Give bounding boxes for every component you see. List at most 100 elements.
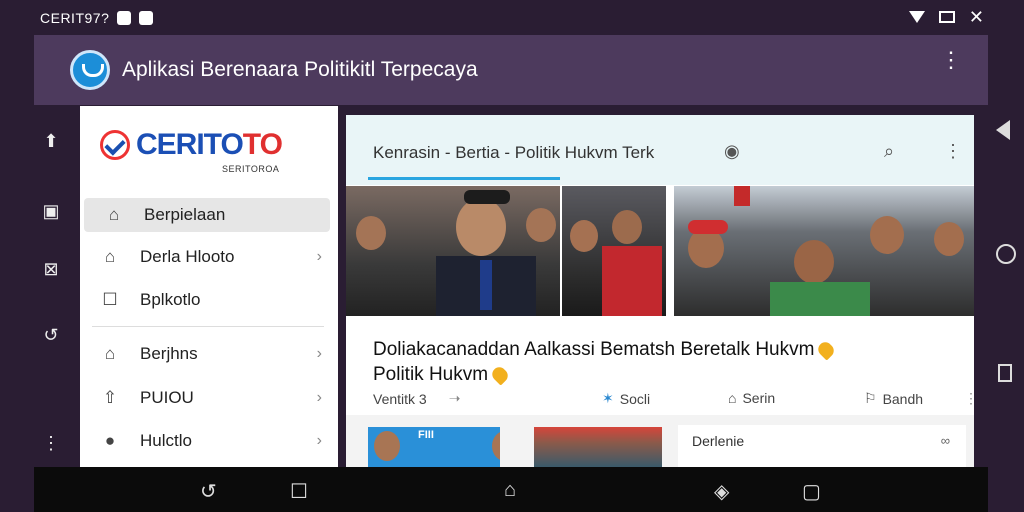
carrier-label: CERIT97?: [40, 10, 110, 26]
brand-logo: CERITOTO: [100, 128, 283, 162]
status-bar: CERIT97? ✕: [0, 0, 1024, 36]
home-icon: ⌂: [104, 247, 116, 266]
status-icons: ✕: [908, 8, 984, 26]
headline-line-2: Politik Hukvm: [373, 364, 489, 385]
more-vert-icon[interactable]: ⋮: [944, 141, 962, 162]
notification-icon-2: [139, 11, 154, 25]
home-icon[interactable]: [996, 244, 1016, 264]
system-nav-bar: ↺ ☐ ⌂ ◈ ▢: [34, 467, 988, 512]
bookmark-icon: ⚐: [864, 390, 877, 406]
app-bar: Aplikasi Berenaara Politikitl Terpecaya …: [34, 35, 988, 105]
heart-icon: [489, 364, 511, 386]
related-row: FIII Derlenie ∞: [346, 415, 974, 467]
social-icon: ✶: [602, 390, 614, 406]
sidebar-item-label: Derla Hlooto: [140, 247, 235, 266]
chevron-right-icon: ›: [316, 248, 322, 265]
chevron-right-icon: ›: [316, 345, 322, 362]
refresh-icon[interactable]: ↺: [40, 324, 62, 346]
overview-icon[interactable]: ☐: [290, 479, 308, 504]
overflow-menu-icon[interactable]: ⋮: [940, 49, 962, 71]
app-title: Aplikasi Berenaara Politikitl Terpecaya: [122, 58, 478, 81]
up-arrow-icon[interactable]: ⬆: [40, 130, 62, 152]
grid-icon[interactable]: ⊠: [40, 258, 62, 280]
speaker-tie: [480, 260, 492, 310]
sidebar-item-berpielaan[interactable]: ⌂ Berpielaan: [84, 198, 330, 232]
battery-icon: [938, 11, 955, 23]
related-thumb-2[interactable]: [534, 427, 662, 467]
thumb-head: [374, 431, 400, 461]
link-icon: ∞: [940, 433, 950, 448]
notification-icon: [117, 11, 132, 25]
info-icon[interactable]: ◉: [724, 141, 740, 162]
related-side-card[interactable]: Derlenie ∞: [678, 425, 966, 467]
share-label: Serin: [742, 390, 776, 406]
location-icon[interactable]: ◈: [714, 479, 729, 504]
arrow-icon: ➝: [448, 390, 461, 406]
brand-tagline: SERITOROA: [222, 164, 280, 174]
tab-breadcrumb[interactable]: Kenrasin - Bertia - Politik Hukvm Terk: [373, 143, 654, 163]
more-vert-icon[interactable]: ⋮: [40, 432, 62, 454]
crowd-head: [526, 208, 556, 242]
thumb-caption: FIII: [418, 429, 434, 441]
home-icon: ⌂: [108, 205, 120, 224]
chevron-right-icon: ›: [316, 432, 322, 449]
related-thumb-1[interactable]: FIII: [368, 427, 500, 467]
wifi-icon: [908, 11, 925, 23]
chat-icon: ●: [104, 431, 116, 450]
brand-name: CERITOTO: [136, 128, 283, 161]
app-logo-icon: [70, 50, 110, 90]
share-button[interactable]: ⌂ Serin: [728, 390, 775, 406]
sidebar-item-label: PUIOU: [140, 388, 194, 407]
sidebar-item-label: Berpielaan: [144, 205, 226, 224]
article-headline[interactable]: Doliakacanaddan Aalkassi Bematsh Beretal…: [373, 337, 893, 387]
green-shirt: [770, 282, 870, 316]
back-icon[interactable]: [996, 120, 1010, 140]
red-cap: [688, 220, 728, 234]
tab-bar: Kenrasin - Bertia - Politik Hukvm Terk ◉…: [346, 115, 974, 185]
sidebar-item-hulctlo[interactable]: ● Hulctlo ›: [80, 424, 326, 458]
social-button[interactable]: ✶ Socli: [602, 390, 650, 407]
panel-icon[interactable]: ▣: [40, 200, 62, 222]
views-count: Ventitk 3: [373, 390, 427, 407]
recents-icon[interactable]: [998, 364, 1012, 382]
side-card-label: Derlenie: [692, 433, 745, 449]
speaker-cap: [464, 190, 510, 204]
upload-icon: ⇧: [102, 388, 118, 407]
sidebar-item-berjhns[interactable]: ⌂ Berjhns ›: [80, 337, 326, 371]
crowd-head: [356, 216, 386, 250]
heart-icon: [815, 339, 838, 361]
crowd-head: [794, 240, 834, 284]
content-panel: Kenrasin - Bertia - Politik Hukvm Terk ◉…: [346, 115, 974, 467]
home-icon[interactable]: ⌂: [504, 479, 516, 502]
news-photo-middle[interactable]: [562, 186, 666, 316]
sidebar-item-label: Bplkotlo: [140, 290, 201, 309]
search-icon[interactable]: ⌕: [884, 141, 894, 162]
news-photo-left[interactable]: [346, 186, 560, 316]
bookmark-button[interactable]: ⚐ Bandh: [864, 390, 923, 407]
flag: [734, 186, 750, 206]
bookmark-label: Bandh: [882, 390, 924, 407]
crowd-head: [934, 222, 964, 256]
active-tab-indicator: [368, 177, 560, 180]
square-icon: ☐: [102, 290, 118, 309]
back-icon[interactable]: ↺: [200, 479, 217, 504]
more-vert-icon[interactable]: ⋮: [964, 390, 974, 407]
recents-icon[interactable]: ▢: [802, 479, 821, 504]
crowd-head: [612, 210, 642, 244]
check-icon: [100, 130, 130, 160]
sidebar-item-bplkotlo[interactable]: ☐ Bplkotlo: [80, 283, 326, 317]
news-photo-right[interactable]: [674, 186, 974, 316]
right-nav: [988, 100, 1024, 470]
views-meta: Ventitk 3 ➝: [373, 390, 460, 407]
sidebar-item-puiou[interactable]: ⇧ PUIOU ›: [80, 381, 326, 415]
chevron-right-icon: ›: [316, 389, 322, 406]
crowd-head: [688, 228, 724, 268]
sidebar-item-derla-hlooto[interactable]: ⌂ Derla Hlooto ›: [80, 240, 326, 274]
headline-line-1: Doliakacanaddan Aalkassi Bematsh Beretal…: [373, 339, 815, 360]
share-icon: ⌂: [728, 390, 737, 406]
close-icon[interactable]: ✕: [969, 8, 984, 26]
red-shirt: [602, 246, 662, 316]
sidebar-item-label: Hulctlo: [140, 431, 192, 450]
thumb-head: [492, 431, 500, 461]
sidebar-divider: [92, 326, 324, 327]
